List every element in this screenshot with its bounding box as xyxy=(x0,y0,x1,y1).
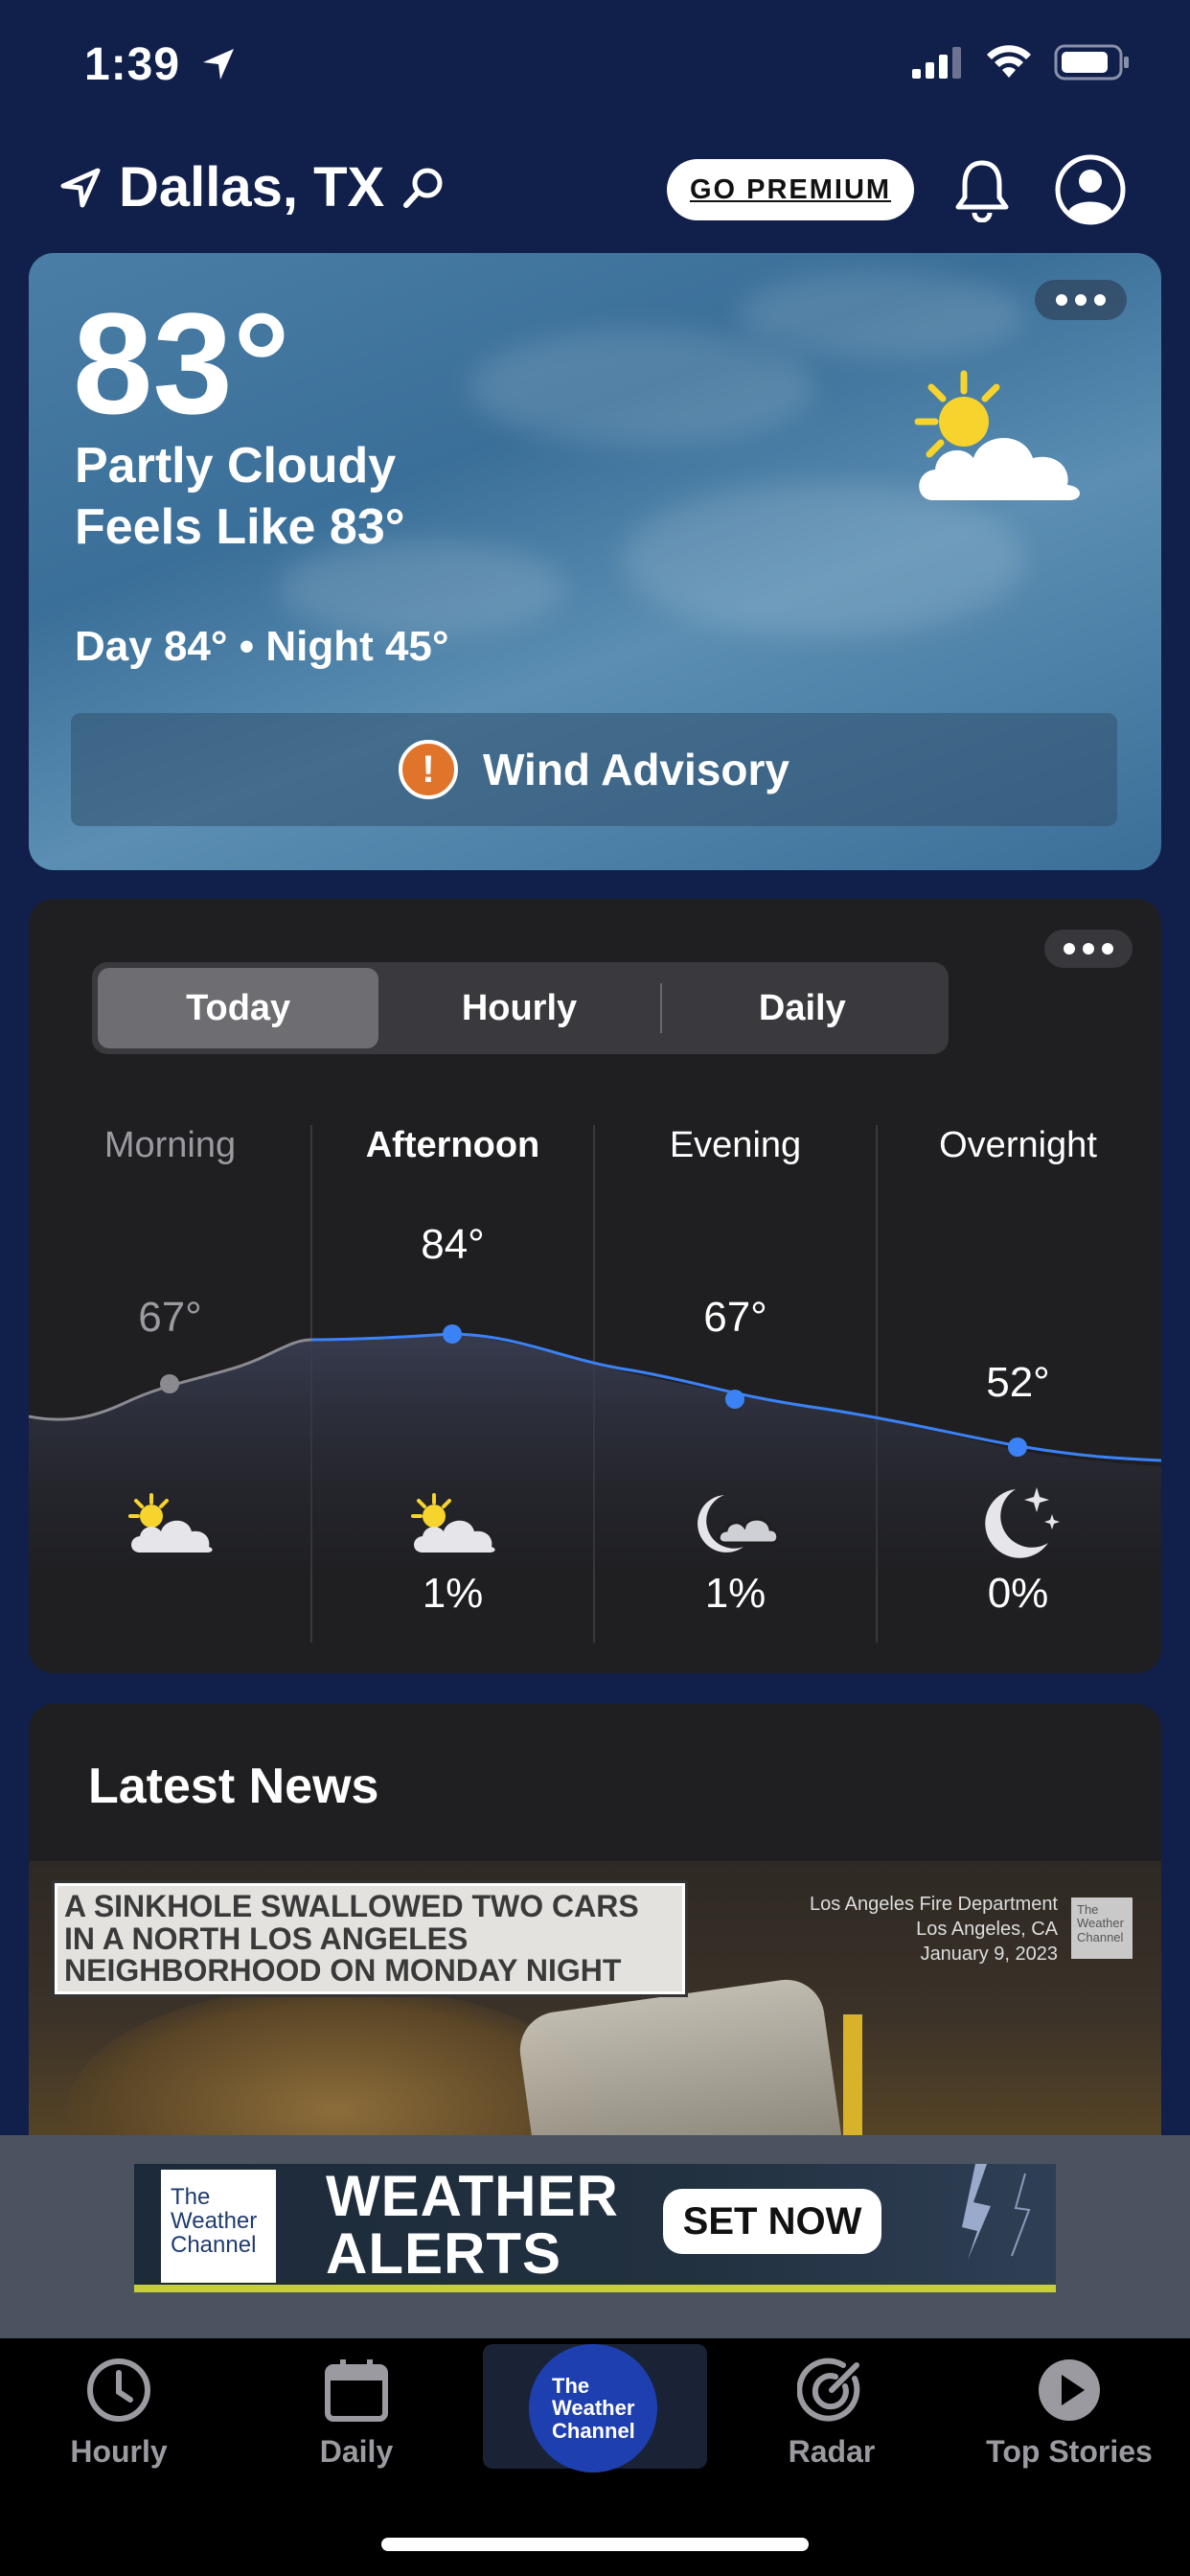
forecast-card: Today Hourly Daily Morning Afternoon Eve… xyxy=(29,899,1161,1673)
signal-icon xyxy=(912,47,961,79)
twc-home-button[interactable]: The Weather Channel xyxy=(529,2344,657,2472)
location-name: Dallas, TX xyxy=(119,156,385,218)
profile-icon[interactable] xyxy=(1054,153,1127,226)
ad-logo: The Weather Channel xyxy=(161,2170,276,2283)
temp-overnight: 52° xyxy=(986,1359,1050,1406)
chart-point-evening xyxy=(725,1390,744,1409)
cloudy-night-icon xyxy=(698,1495,780,1552)
ad-headline: WEATHER ALERTS xyxy=(326,2164,619,2286)
wifi-icon xyxy=(987,45,1031,78)
news-section-title: Latest News xyxy=(88,1759,379,1814)
tab-daily[interactable]: Daily xyxy=(662,968,943,1048)
clear-night-icon xyxy=(985,1487,1060,1558)
tab-radar-nav[interactable]: Radar xyxy=(736,2356,927,2470)
ad-set-now-button[interactable]: SET NOW xyxy=(663,2189,881,2254)
bell-icon[interactable] xyxy=(954,157,1010,222)
clock-icon xyxy=(87,2358,150,2422)
status-time: 1:39 xyxy=(84,38,238,91)
partly-cloudy-icon xyxy=(128,1493,213,1552)
news-caption: A SINKHOLE SWALLOWED TWO CARS IN A NORTH… xyxy=(52,1880,688,1997)
chart-point-afternoon xyxy=(443,1324,462,1344)
location-arrow-icon xyxy=(60,168,101,207)
period-label-overnight: Overnight xyxy=(939,1125,1097,1165)
radar-icon xyxy=(797,2358,860,2422)
forecast-tabs: Today Hourly Daily xyxy=(92,962,949,1054)
play-icon xyxy=(1039,2359,1100,2421)
temp-afternoon: 84° xyxy=(421,1221,485,1268)
status-time-text: 1:39 xyxy=(84,39,181,90)
wind-advisory-banner[interactable]: ! Wind Advisory xyxy=(71,713,1117,826)
lightning-icon xyxy=(962,2164,1031,2260)
chart-point-morning xyxy=(160,1374,179,1393)
location-arrow-icon xyxy=(203,49,235,80)
precip-evening: 1% xyxy=(704,1570,767,1617)
go-premium-button[interactable]: GO PREMIUM xyxy=(667,159,914,220)
search-icon[interactable] xyxy=(401,166,446,210)
location-selector[interactable]: Dallas, TX xyxy=(59,155,446,219)
precip-overnight: 0% xyxy=(987,1570,1049,1617)
tab-hourly-nav[interactable]: Hourly xyxy=(23,2356,215,2470)
partly-cloudy-icon xyxy=(411,1493,495,1552)
weather-alerts-ad[interactable]: The Weather Channel WEATHER ALERTS SET N… xyxy=(134,2164,1056,2292)
status-icons xyxy=(912,44,1131,80)
more-options-button[interactable] xyxy=(1035,280,1127,320)
tab-top-stories-nav[interactable]: Top Stories xyxy=(973,2356,1165,2470)
news-credit: Los Angeles Fire Department Los Angeles,… xyxy=(809,1894,1058,1965)
battery-icon xyxy=(1054,44,1129,80)
period-label-afternoon: Afternoon xyxy=(365,1125,540,1165)
precip-afternoon: 1% xyxy=(422,1570,484,1617)
feels-like: Feels Like 83° xyxy=(75,499,405,555)
temp-evening: 67° xyxy=(703,1294,767,1341)
current-temperature: 83° xyxy=(73,283,290,444)
more-options-button[interactable] xyxy=(1044,930,1133,968)
current-conditions-card[interactable]: 83° Partly Cloudy Feels Like 83° Day 84°… xyxy=(29,253,1161,870)
chart-point-overnight xyxy=(1008,1438,1027,1457)
tab-hourly[interactable]: Hourly xyxy=(378,968,659,1048)
period-label-evening: Evening xyxy=(669,1125,802,1165)
calendar-icon xyxy=(325,2359,388,2422)
partly-cloudy-icon xyxy=(914,370,1080,500)
temp-morning: 67° xyxy=(138,1294,202,1341)
advisory-text: Wind Advisory xyxy=(483,745,790,794)
day-night-temps: Day 84° • Night 45° xyxy=(75,623,449,670)
current-condition: Partly Cloudy xyxy=(75,438,397,494)
tab-daily-nav[interactable]: Daily xyxy=(261,2356,452,2470)
twc-watermark: The Weather Channel xyxy=(1071,1898,1133,1959)
alert-icon: ! xyxy=(399,740,459,799)
period-label-morning: Morning xyxy=(103,1125,237,1165)
tab-today[interactable]: Today xyxy=(98,968,379,1048)
home-indicator xyxy=(381,2538,809,2551)
